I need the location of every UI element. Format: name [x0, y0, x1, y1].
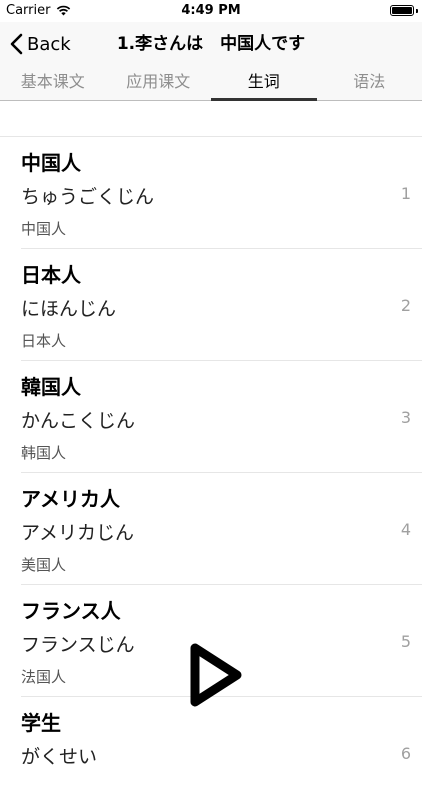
list-item[interactable]: アメリカ人 アメリカじん 美国人 4 [21, 473, 422, 585]
word-number: 2 [401, 296, 411, 315]
list-item[interactable]: 日本人 にほんじん 日本人 2 [21, 249, 422, 361]
word-text: アメリカ人 [21, 483, 120, 512]
tab-applied-text[interactable]: 应用课文 [106, 66, 212, 100]
tab-basic-text[interactable]: 基本课文 [0, 66, 106, 100]
word-reading: にほんじん [21, 294, 116, 321]
word-reading: フランスじん [21, 630, 135, 657]
list-item[interactable]: 中国人 ちゅうごくじん 中国人 1 [21, 137, 422, 249]
battery-level [392, 7, 412, 14]
page-title: 1.李さんは 中国人です [0, 22, 422, 66]
navigation-bar: Back 1.李さんは 中国人です [0, 22, 422, 66]
word-text: 韓国人 [21, 371, 81, 400]
play-icon[interactable] [186, 640, 246, 710]
word-text: フランス人 [21, 595, 121, 624]
word-text: 中国人 [21, 147, 81, 176]
battery-icon [390, 5, 414, 16]
battery-cap [416, 9, 418, 13]
word-meaning: 韩国人 [21, 442, 66, 463]
word-text: 学生 [21, 707, 61, 736]
word-meaning: 美国人 [21, 554, 66, 575]
status-time: 4:49 PM [0, 3, 422, 18]
tab-vocabulary[interactable]: 生词 [211, 66, 317, 100]
status-bar: Carrier 4:49 PM [0, 0, 422, 22]
word-meaning: 中国人 [21, 218, 66, 239]
word-reading: ちゅうごくじん [21, 182, 154, 209]
word-number: 6 [401, 744, 411, 763]
word-reading: アメリカじん [21, 518, 134, 545]
segment-tabs: 基本课文 应用课文 生词 语法 [0, 66, 422, 101]
word-meaning: 日本人 [21, 330, 66, 351]
word-text: 日本人 [21, 259, 81, 288]
word-number: 3 [401, 408, 411, 427]
tab-grammar[interactable]: 语法 [317, 66, 422, 100]
list-item[interactable]: 学生 がくせい 6 [21, 697, 422, 808]
word-number: 5 [401, 632, 411, 651]
word-reading: かんこくじん [21, 406, 135, 433]
word-meaning: 法国人 [21, 666, 66, 687]
word-number: 1 [401, 184, 411, 203]
word-number: 4 [401, 520, 411, 539]
list-item[interactable]: 韓国人 かんこくじん 韩国人 3 [21, 361, 422, 473]
word-reading: がくせい [21, 742, 97, 769]
